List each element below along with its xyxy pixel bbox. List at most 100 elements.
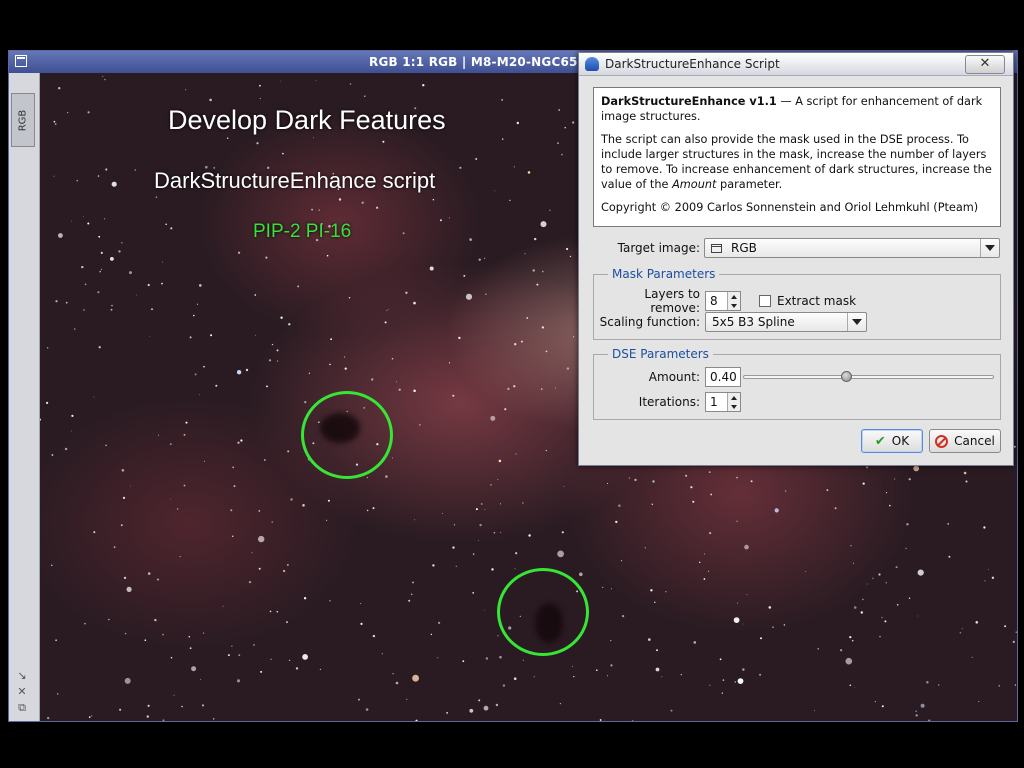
star	[136, 294, 137, 296]
star	[618, 504, 621, 507]
star	[46, 401, 49, 404]
restore-icon[interactable]: ⧉	[15, 701, 29, 715]
star	[258, 510, 261, 512]
star	[534, 237, 537, 241]
star	[258, 567, 261, 570]
star	[502, 684, 506, 687]
checkbox-icon[interactable]	[759, 295, 771, 307]
star	[110, 257, 114, 261]
star	[100, 251, 103, 254]
fit-icon[interactable]: ✕	[15, 685, 29, 699]
layers-spinbox[interactable]: 8	[705, 291, 741, 311]
star	[959, 631, 962, 634]
scaling-function-combo[interactable]: 5x5 B3 Spline	[705, 312, 867, 332]
star	[536, 283, 539, 286]
star	[70, 430, 72, 432]
window-menu-icon[interactable]	[15, 55, 27, 67]
star	[270, 658, 272, 660]
star	[53, 175, 55, 177]
star	[183, 484, 186, 487]
amount-input[interactable]: 0.40	[705, 367, 741, 387]
star	[266, 385, 268, 388]
star	[124, 632, 127, 635]
star	[690, 486, 693, 489]
star	[185, 89, 187, 91]
star	[209, 98, 212, 102]
star	[963, 471, 967, 475]
extract-mask-checkbox[interactable]: Extract mask	[759, 294, 856, 308]
iterations-spinbox[interactable]: 1	[705, 392, 741, 412]
star	[124, 677, 131, 684]
star	[432, 564, 435, 567]
ok-button[interactable]: ✔ OK	[861, 429, 923, 453]
star	[834, 507, 837, 510]
star	[965, 480, 968, 483]
star	[121, 469, 125, 472]
star	[318, 209, 320, 211]
star	[480, 503, 483, 505]
spin-down-icon[interactable]	[728, 301, 740, 310]
amount-label: Amount:	[648, 370, 700, 384]
star	[93, 396, 95, 398]
close-icon: ✕	[979, 56, 991, 71]
script-info-box: DarkStructureEnhance v1.1 — A script for…	[593, 87, 1001, 227]
star	[111, 304, 113, 307]
spin-up-icon[interactable]	[728, 393, 740, 402]
star	[513, 385, 516, 388]
star	[513, 677, 517, 680]
star	[193, 314, 195, 317]
star	[290, 498, 293, 501]
star	[452, 546, 455, 549]
star	[569, 255, 572, 258]
star	[983, 526, 986, 529]
star	[202, 704, 204, 707]
star	[905, 547, 907, 550]
star	[430, 633, 433, 636]
star	[634, 478, 637, 482]
star	[232, 466, 235, 469]
star	[610, 664, 613, 667]
spin-up-icon[interactable]	[728, 292, 740, 301]
star	[146, 715, 149, 718]
star	[693, 641, 697, 644]
amount-slider-thumb[interactable]	[841, 371, 852, 382]
checkmark-icon: ✔	[874, 433, 886, 449]
spin-down-icon[interactable]	[728, 402, 740, 411]
star	[495, 703, 499, 707]
star	[392, 673, 394, 675]
view-id-tab[interactable]: RGB	[11, 93, 35, 147]
star	[129, 271, 132, 275]
star	[108, 618, 110, 621]
star	[191, 666, 197, 672]
star	[866, 466, 869, 469]
star	[895, 566, 898, 569]
cancel-button[interactable]: Cancel	[929, 429, 1001, 453]
star	[315, 80, 317, 81]
star	[845, 657, 853, 665]
star	[913, 465, 920, 472]
star	[358, 698, 360, 701]
shrink-icon[interactable]: ↘	[15, 669, 29, 683]
star	[118, 250, 121, 253]
star	[288, 323, 291, 326]
dse-dialog: DarkStructureEnhance Script ✕ DarkStruct…	[578, 52, 1014, 466]
star	[170, 227, 173, 230]
scaling-row: Scaling function: 5x5 B3 Spline	[599, 312, 867, 332]
star	[498, 459, 502, 463]
star	[652, 480, 655, 483]
amount-slider-track[interactable]	[743, 375, 994, 379]
close-button[interactable]: ✕	[965, 55, 1005, 74]
iterations-row: Iterations: 1	[599, 392, 741, 412]
target-image-combo[interactable]: RGB	[704, 238, 1000, 258]
star	[1014, 684, 1017, 686]
overlay-code: PIP-2 PI-16	[253, 221, 352, 242]
star	[572, 121, 575, 124]
dialog-titlebar[interactable]: DarkStructureEnhance Script ✕	[579, 53, 1013, 76]
star	[276, 360, 279, 362]
star	[372, 507, 375, 510]
star	[413, 301, 416, 305]
star	[412, 674, 419, 682]
star	[84, 622, 86, 625]
star	[161, 282, 163, 285]
star	[599, 719, 602, 721]
